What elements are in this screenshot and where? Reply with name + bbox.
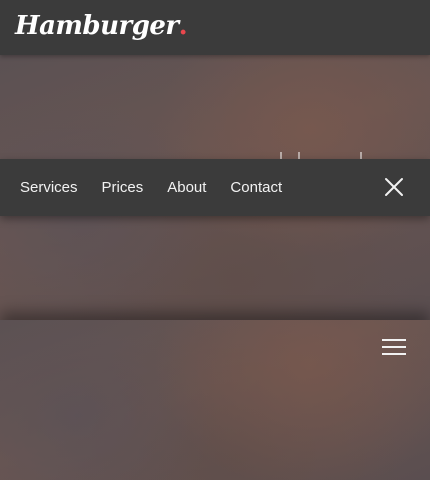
nav-link-services[interactable]: Services (20, 179, 78, 196)
hero-section-2 (0, 320, 430, 480)
nav-link-prices[interactable]: Prices (102, 179, 144, 196)
brand-logo[interactable]: Hamburger. (15, 6, 188, 46)
navigation-menu: Services Prices About Contact (0, 159, 430, 216)
hamburger-menu-icon (382, 339, 406, 355)
logo-dot: . (178, 11, 188, 41)
hamburger-menu-button[interactable] (382, 337, 406, 357)
close-menu-button[interactable] (384, 177, 404, 197)
close-icon (385, 178, 403, 196)
logo-text: Hamburger (15, 11, 179, 41)
hero-background-image (0, 320, 430, 480)
nav-link-about[interactable]: About (167, 179, 206, 196)
nav-link-contact[interactable]: Contact (230, 179, 282, 196)
nav-links: Services Prices About Contact (20, 159, 282, 216)
top-header: Hamburger. (0, 0, 430, 55)
page: Hamburger. Services Prices About Contact (0, 0, 430, 480)
